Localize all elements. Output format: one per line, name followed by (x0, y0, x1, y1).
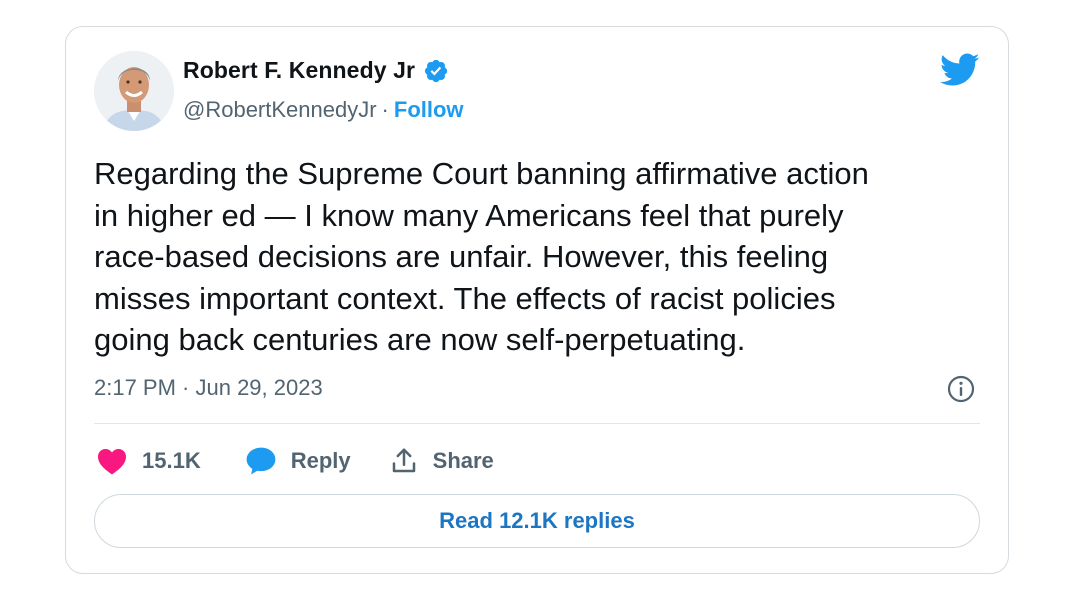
read-replies-label: Read 12.1K replies (439, 508, 635, 533)
heart-icon (98, 449, 126, 475)
twitter-bird-icon[interactable] (940, 53, 980, 87)
tweet-actions: 15.1K Reply Share (96, 441, 494, 481)
divider (94, 423, 980, 424)
likes-count: 15.1K (142, 448, 201, 473)
share-label: Share (432, 448, 494, 473)
tweet-card: Robert F. Kennedy Jr @RobertKennedyJr · … (65, 26, 1009, 574)
tweet-timestamp[interactable]: 2:17 PM · Jun 29, 2023 (94, 375, 323, 401)
author-handle-row: @RobertKennedyJr · Follow (183, 97, 464, 123)
tweet-text: Regarding the Supreme Court banning affi… (94, 156, 869, 357)
author-handle[interactable]: @RobertKennedyJr (183, 97, 377, 123)
reply-label: Reply (290, 448, 351, 473)
verified-badge-icon (423, 58, 449, 84)
avatar-photo (94, 51, 174, 131)
read-replies-button[interactable]: Read 12.1K replies (94, 494, 980, 548)
follow-button[interactable]: Follow (394, 97, 464, 123)
handle-separator: · (381, 97, 389, 122)
like-button[interactable]: 15.1K (96, 447, 201, 475)
share-upload-icon (392, 448, 415, 473)
reply-button[interactable]: Reply (245, 446, 351, 476)
info-icon[interactable] (946, 374, 976, 404)
avatar[interactable] (94, 51, 174, 131)
share-button[interactable]: Share (389, 446, 494, 476)
author-display-name[interactable]: Robert F. Kennedy Jr (183, 57, 415, 84)
speech-bubble-icon (246, 447, 276, 475)
author-name-row: Robert F. Kennedy Jr (183, 57, 449, 84)
